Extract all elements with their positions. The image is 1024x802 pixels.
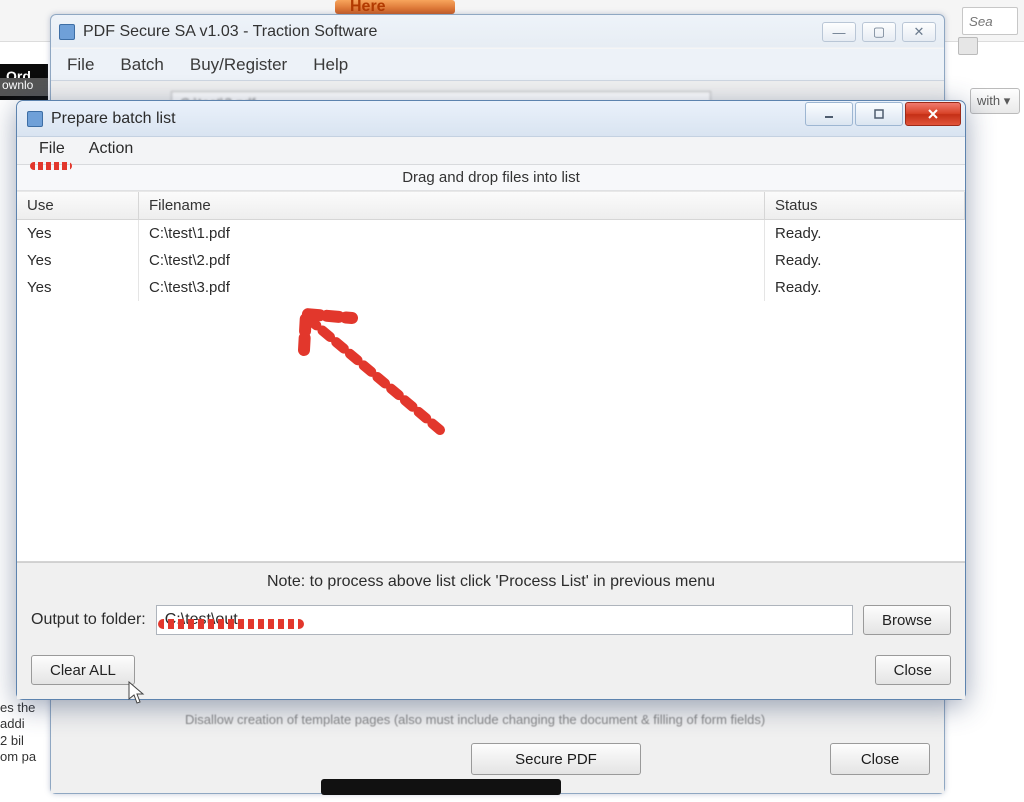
browse-button[interactable]: Browse: [863, 605, 951, 635]
parent-menu-help[interactable]: Help: [313, 55, 348, 75]
dialog-icon: [27, 111, 43, 127]
output-folder-label: Output to folder:: [31, 611, 146, 629]
bg-cut-text: es the addi 2 bil om pa: [0, 700, 56, 765]
parent-title: PDF Secure SA v1.03 - Traction Software: [83, 23, 377, 41]
parent-menu-buy[interactable]: Buy/Register: [190, 55, 287, 75]
dialog-footer: Note: to process above list click 'Proce…: [17, 562, 965, 699]
cell-status: Ready.: [765, 274, 965, 301]
bg-black-bar: [321, 779, 561, 795]
parent-menubar: File Batch Buy/Register Help: [51, 49, 944, 81]
dialog-menu-action[interactable]: Action: [77, 137, 145, 164]
dialog-menubar: File Action: [17, 137, 965, 165]
table-row[interactable]: Yes C:\test\2.pdf Ready.: [17, 247, 965, 274]
dialog-close-x-button[interactable]: [905, 102, 961, 126]
dialog-title: Prepare batch list: [51, 110, 176, 128]
with-dropdown[interactable]: with ▾: [970, 88, 1020, 114]
cell-filename: C:\test\1.pdf: [139, 220, 765, 247]
parent-titlebar[interactable]: PDF Secure SA v1.03 - Traction Software …: [51, 15, 944, 49]
col-use[interactable]: Use: [17, 192, 139, 219]
dialog-minimize-button[interactable]: [805, 102, 853, 126]
browser-search-input[interactable]: [962, 7, 1018, 35]
cell-filename: C:\test\3.pdf: [139, 274, 765, 301]
list-body: Yes C:\test\1.pdf Ready. Yes C:\test\2.p…: [17, 220, 965, 301]
col-status[interactable]: Status: [765, 192, 965, 219]
clear-all-button[interactable]: Clear ALL: [31, 655, 135, 685]
annotation-file-underline: [30, 162, 72, 170]
dialog-close-button[interactable]: Close: [875, 655, 951, 685]
col-filename[interactable]: Filename: [139, 192, 765, 219]
batch-dialog: Prepare batch list File Action Drag and …: [16, 100, 966, 700]
file-list[interactable]: Use Filename Status Yes C:\test\1.pdf Re…: [17, 191, 965, 562]
cell-use: Yes: [17, 274, 139, 301]
parent-close-button[interactable]: ✕: [902, 22, 936, 42]
cell-use: Yes: [17, 220, 139, 247]
parent-menu-batch[interactable]: Batch: [120, 55, 163, 75]
dialog-titlebar[interactable]: Prepare batch list: [17, 101, 965, 137]
table-row[interactable]: Yes C:\test\3.pdf Ready.: [17, 274, 965, 301]
parent-checkbox-line-blur: Disallow creation of template pages (als…: [185, 712, 930, 727]
cell-filename: C:\test\2.pdf: [139, 247, 765, 274]
cell-status: Ready.: [765, 220, 965, 247]
dialog-menu-file[interactable]: File: [27, 137, 77, 164]
annotation-output-underline: [158, 619, 304, 629]
list-header: Use Filename Status: [17, 192, 965, 220]
dialog-maximize-button[interactable]: [855, 102, 903, 126]
app-icon: [59, 24, 75, 40]
parent-minimize-button[interactable]: —: [822, 22, 856, 42]
parent-body-close-button[interactable]: Close: [830, 743, 930, 775]
dialog-instruction: Drag and drop files into list: [17, 165, 965, 191]
cell-use: Yes: [17, 247, 139, 274]
secure-pdf-button[interactable]: Secure PDF: [471, 743, 641, 775]
parent-menu-file[interactable]: File: [67, 55, 94, 75]
cell-status: Ready.: [765, 247, 965, 274]
table-row[interactable]: Yes C:\test\1.pdf Ready.: [17, 220, 965, 247]
parent-maximize-button[interactable]: ▢: [862, 22, 896, 42]
bg-ownlo-label: ownlo: [0, 78, 48, 96]
browser-tool-icon[interactable]: [958, 37, 978, 55]
note-text: Note: to process above list click 'Proce…: [31, 573, 951, 591]
